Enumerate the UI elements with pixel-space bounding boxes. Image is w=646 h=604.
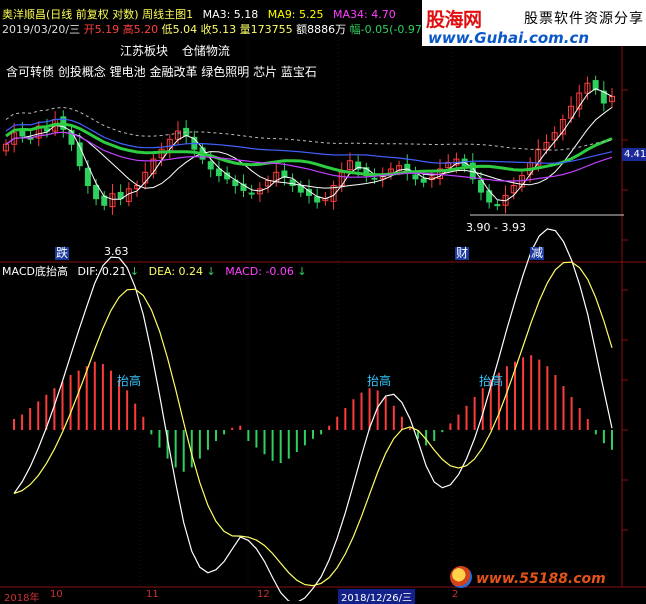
ma3-label: MA3: 5.18 <box>202 8 259 21</box>
close-price: 收5.13 <box>200 23 237 36</box>
candle-body <box>371 177 378 180</box>
macd-title: MACD底抬高 <box>2 265 68 278</box>
quote-date: 2019/03/20/三 <box>2 23 81 36</box>
candle-body <box>93 185 100 200</box>
ma34-label: MA34: 4.70 <box>333 8 396 21</box>
header-line-2: 2019/03/20/三 开5.19 高5.20 低5.04 收5.13 量17… <box>2 23 422 36</box>
x-axis-selected-date: 2018/12/26/三 <box>338 589 416 604</box>
x-axis-label-2: 10 <box>50 589 63 600</box>
stock-title: 奥洋顺昌(日线 前复权 对数) 周线主图1 <box>2 8 194 21</box>
banner-tagline: 股票软件资源分享 <box>524 11 644 27</box>
amplitude: 幅-0.05(-0.97 <box>349 23 422 36</box>
x-axis-label-4: 12 <box>257 589 270 600</box>
watermark: www.55188.com <box>448 566 634 592</box>
dea-arrow-icon: ↓ <box>206 265 216 278</box>
ma9-line <box>5 106 613 189</box>
candle-body <box>215 168 222 177</box>
signal-jian: 减 <box>530 246 545 260</box>
macd-header: MACD底抬高 DIF: 0.21 ↓ DEA: 0.24 ↓ MACD: -0… <box>2 265 307 278</box>
x-axis-label-1: 2018年 <box>4 593 40 604</box>
candle-body <box>84 167 91 186</box>
sector-line: 江苏板块 仓储物流 <box>120 45 230 58</box>
volume: 量173755 <box>239 23 293 36</box>
sector-tag-1: 江苏板块 <box>120 44 169 58</box>
site-banner: 股海网 股票软件资源分享 www.Guhai.com.cn <box>422 0 646 47</box>
macd-arrow-icon: ↓ <box>297 265 307 278</box>
ma9-label: MA9: 5.25 <box>267 8 324 21</box>
macd-annotation-3: 抬高 <box>479 374 504 388</box>
stock-chart-canvas <box>0 39 646 601</box>
banner-url: www.Guhai.com.cn <box>428 29 590 47</box>
candle-body <box>248 192 255 195</box>
banner-brand: 股海网 <box>426 9 482 31</box>
open-price: 开5.19 <box>83 23 120 36</box>
signal-cai: 财 <box>455 246 470 260</box>
candle-body <box>314 196 321 203</box>
watermark-logo-icon <box>450 566 472 588</box>
watermark-url: www.55188.com <box>476 571 606 587</box>
x-axis-label-3: 11 <box>146 589 159 600</box>
high-price: 高5.20 <box>122 23 159 36</box>
header-line-1: 奥洋顺昌(日线 前复权 对数) 周线主图1 MA3: 5.18 MA9: 5.2… <box>2 8 396 21</box>
candle-body <box>289 179 296 186</box>
dif-arrow-icon: ↓ <box>129 265 140 278</box>
candle-body <box>420 178 427 183</box>
candle-body <box>207 161 214 170</box>
signal-die: 跌 <box>55 246 70 260</box>
range-annotation: 3.90 - 3.93 <box>466 221 526 234</box>
sector-tag-2: 仓储物流 <box>181 44 230 58</box>
price-axis-value: 4.41 <box>622 148 646 161</box>
low-price: 低5.04 <box>161 23 198 36</box>
macd-label: MACD: -0.06 <box>225 265 294 278</box>
macd-histogram <box>13 355 613 472</box>
ma-grey-line <box>5 106 613 151</box>
dea-label: DEA: 0.24 <box>148 265 204 278</box>
candle-body <box>412 174 419 180</box>
macd-annotation-2: 抬高 <box>367 374 392 388</box>
macd-annotation-1: 抬高 <box>117 374 142 388</box>
low-price-annotation: 3.63 <box>104 245 129 258</box>
dif-label: DIF: 0.21 <box>77 265 127 278</box>
candle-body <box>494 204 501 207</box>
amount: 额8886万 <box>296 23 347 36</box>
concept-line: 含可转债 创投概念 锂电池 金融改革 绿色照明 芯片 蓝宝石 <box>6 65 317 79</box>
